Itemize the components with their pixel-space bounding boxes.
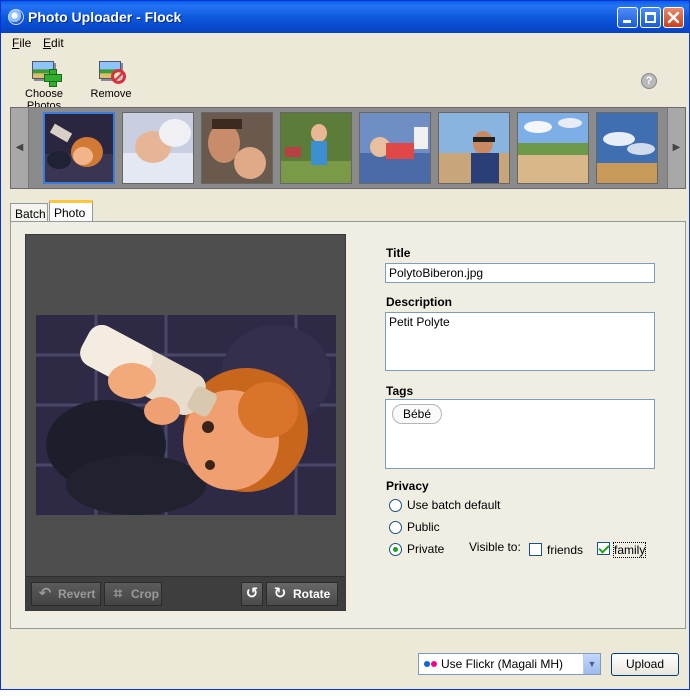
photo-uploader-window: Photo Uploader - Flock File Edit Choose … — [0, 0, 690, 690]
add-photo-icon — [30, 59, 62, 87]
rotate-right-icon: ↻ — [273, 585, 287, 602]
flock-globe-icon — [8, 9, 24, 25]
thumbnail-7[interactable] — [517, 112, 589, 184]
thumbnail-1[interactable] — [43, 112, 115, 184]
thumbnail-strip: ◀ ▶ — [10, 107, 686, 189]
radio-batch-default-label[interactable]: Use batch default — [407, 498, 500, 512]
thumbnail-3[interactable] — [201, 112, 273, 184]
thumbnail-image — [360, 113, 430, 183]
radio-private[interactable] — [389, 543, 402, 556]
description-label: Description — [386, 295, 453, 309]
rotate-button[interactable]: ↻ Rotate — [266, 582, 338, 606]
tab-batch[interactable]: Batch — [10, 203, 48, 223]
crop-label: Crop — [131, 587, 159, 601]
revert-icon: ↶ — [38, 585, 52, 602]
tags-field[interactable]: Bébé — [385, 399, 655, 469]
strip-left-arrow[interactable]: ◀ — [11, 108, 29, 188]
revert-button[interactable]: ↶ Revert — [31, 582, 101, 606]
menu-edit-mnemonic: E — [43, 36, 52, 50]
menu-file-label: ile — [19, 36, 32, 50]
photo-tab-panel: ↶ Revert ⌗ Crop ↺ ↻ Rotate Title PolytoB… — [10, 221, 686, 629]
remove-label: Remove — [90, 88, 132, 100]
thumbnail-5[interactable] — [359, 112, 431, 184]
menu-edit-label: dit — [51, 36, 64, 50]
background-page-fragment — [0, 690, 690, 697]
photo-preview: ↶ Revert ⌗ Crop ↺ ↻ Rotate — [25, 234, 346, 611]
preview-toolbar: ↶ Revert ⌗ Crop ↺ ↻ Rotate — [26, 576, 345, 610]
friends-checkbox[interactable] — [529, 543, 542, 556]
baby-bottle-photo — [36, 315, 336, 515]
chevron-down-icon[interactable]: ▼ — [583, 654, 600, 674]
title-input[interactable]: PolytoBiberon.jpg — [385, 263, 655, 283]
close-icon — [667, 11, 680, 24]
thumbnail-image — [281, 113, 351, 183]
rotate-label: Rotate — [293, 587, 331, 601]
maximize-icon — [645, 12, 656, 23]
thumbnail-image — [597, 113, 657, 183]
rotate-left-button[interactable]: ↺ — [241, 582, 263, 606]
strip-right-arrow[interactable]: ▶ — [667, 108, 685, 188]
thumbnail-8[interactable] — [596, 112, 658, 184]
title-label: Title — [386, 246, 411, 260]
remove-button[interactable]: Remove — [89, 59, 133, 100]
tab-photo[interactable]: Photo — [49, 200, 93, 223]
toolbar: Choose Photos Remove ? — [1, 53, 689, 112]
window-title: Photo Uploader - Flock — [28, 9, 182, 25]
thumbnail-image — [439, 113, 509, 183]
radio-public-label[interactable]: Public — [407, 520, 440, 534]
help-icon[interactable]: ? — [641, 73, 657, 89]
rotate-left-icon: ↺ — [245, 585, 259, 602]
revert-label: Revert — [58, 587, 96, 601]
crop-button[interactable]: ⌗ Crop — [104, 582, 162, 606]
tags-label: Tags — [386, 384, 414, 398]
minimize-button[interactable] — [617, 7, 638, 28]
thumbnail-image — [202, 113, 272, 183]
thumbnail-image — [45, 114, 113, 182]
description-textarea[interactable]: Petit Polyte — [385, 312, 655, 371]
preview-image — [36, 315, 336, 515]
menu-edit[interactable]: Edit — [43, 36, 64, 50]
thumbnail-image — [518, 113, 588, 183]
maximize-button[interactable] — [640, 7, 661, 28]
thumbnail-4[interactable] — [280, 112, 352, 184]
thumbnail-6[interactable] — [438, 112, 510, 184]
close-button[interactable] — [663, 7, 684, 28]
title-bar[interactable]: Photo Uploader - Flock — [1, 1, 689, 33]
menu-bar: File Edit — [1, 33, 689, 53]
family-checkbox[interactable] — [597, 542, 610, 555]
friends-label[interactable]: friends — [547, 543, 583, 557]
radio-private-label[interactable]: Private — [407, 542, 444, 556]
account-selected-value: Use Flickr (Magali MH) — [441, 657, 564, 671]
family-label[interactable]: family — [612, 542, 647, 558]
radio-batch-default[interactable] — [389, 499, 402, 512]
choose-photos-button[interactable]: Choose Photos — [7, 59, 81, 112]
thumbnail-image — [123, 113, 193, 183]
privacy-label: Privacy — [386, 479, 429, 493]
minimize-icon — [623, 20, 631, 23]
tag-chip[interactable]: Bébé — [392, 404, 443, 424]
account-dropdown[interactable]: Use Flickr (Magali MH) ▼ — [418, 653, 601, 675]
menu-file[interactable]: File — [12, 36, 31, 50]
radio-public[interactable] — [389, 521, 402, 534]
visible-to-label: Visible to: — [469, 540, 521, 554]
crop-icon: ⌗ — [113, 585, 123, 602]
thumbnail-2[interactable] — [122, 112, 194, 184]
flickr-logo-icon — [424, 661, 438, 667]
upload-button[interactable]: Upload — [611, 653, 679, 676]
remove-photo-icon — [97, 59, 126, 85]
